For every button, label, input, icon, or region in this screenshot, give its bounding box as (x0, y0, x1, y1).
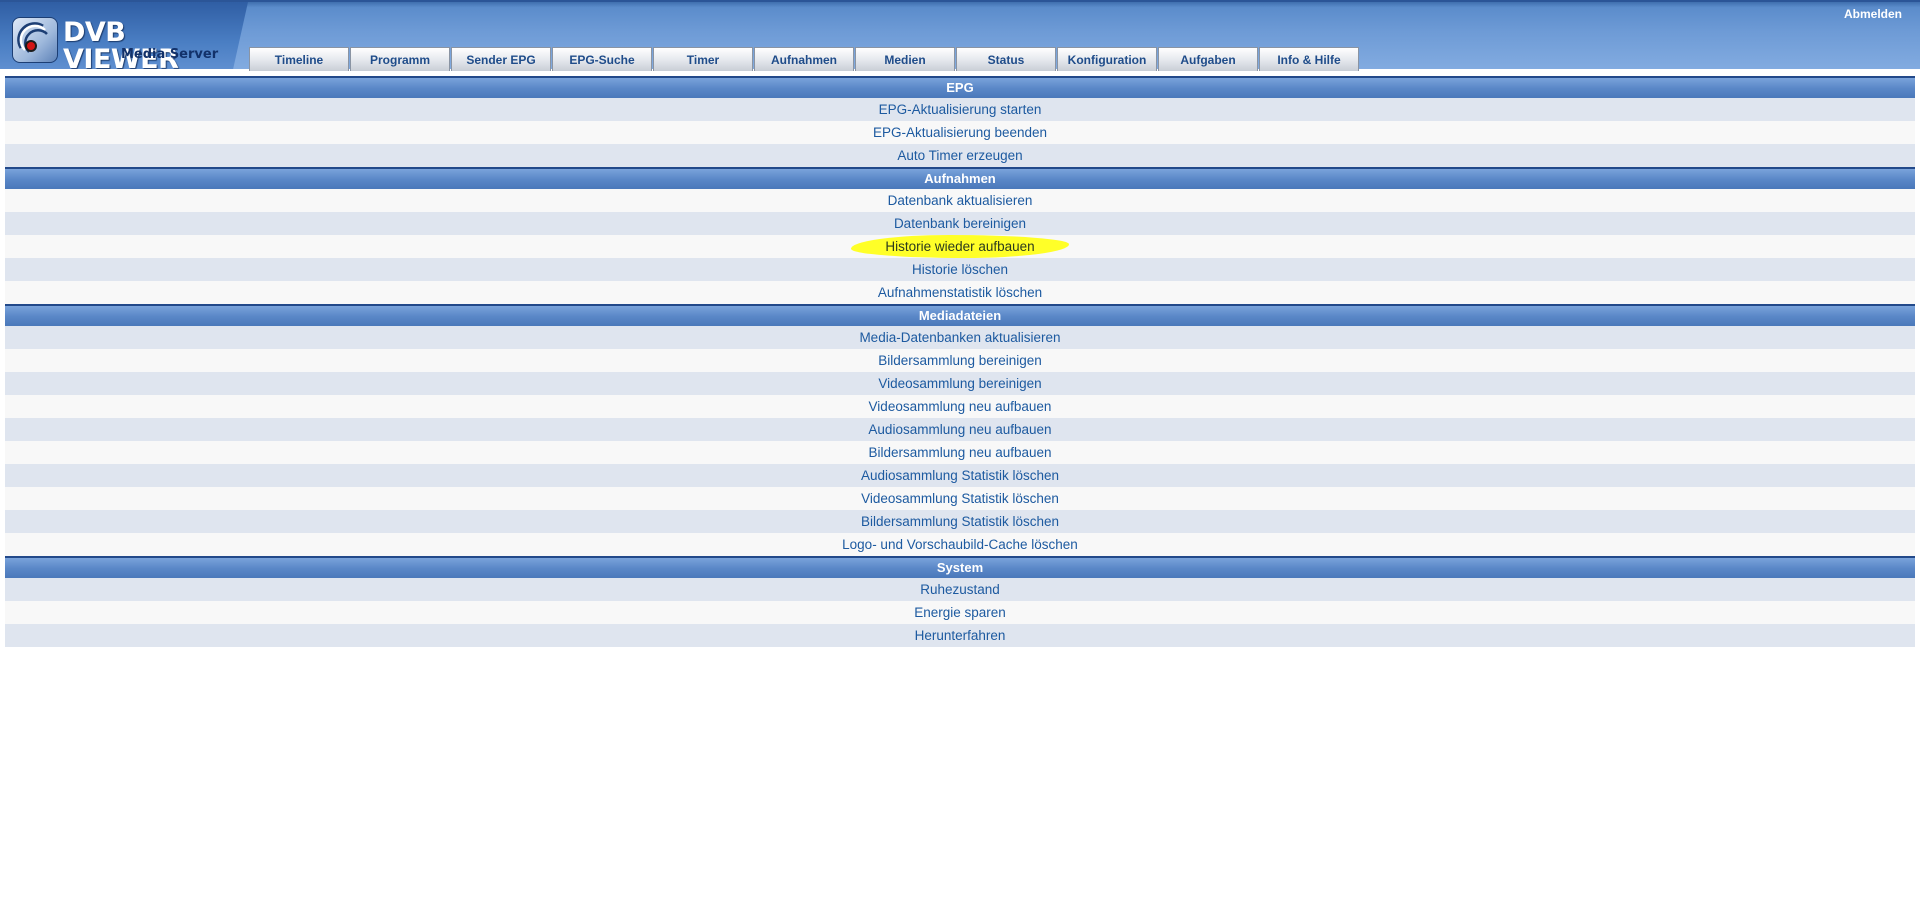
logo-title: DVB VIEWER (63, 17, 179, 75)
task-epg-update-stop[interactable]: EPG-Aktualisierung beenden (5, 121, 1915, 144)
tab-medien[interactable]: Medien (855, 47, 955, 71)
task-photo-rebuild[interactable]: Bildersammlung neu aufbauen (5, 441, 1915, 464)
tab-status[interactable]: Status (956, 47, 1056, 71)
task-history-rebuild-label: Historie wieder aufbauen (851, 235, 1069, 258)
main-nav-tabs: Timeline Programm Sender EPG EPG-Suche T… (249, 47, 1360, 71)
task-history-delete[interactable]: Historie löschen (5, 258, 1915, 281)
app-header: DVB VIEWER Media Server Abmelden Timelin… (0, 0, 1920, 71)
tab-epg-suche[interactable]: EPG-Suche (552, 47, 652, 71)
task-video-rebuild[interactable]: Videosammlung neu aufbauen (5, 395, 1915, 418)
task-video-cleanup[interactable]: Videosammlung bereinigen (5, 372, 1915, 395)
task-epg-update-start[interactable]: EPG-Aktualisierung starten (5, 98, 1915, 121)
task-hibernate[interactable]: Ruhezustand (5, 578, 1915, 601)
task-media-db-update[interactable]: Media-Datenbanken aktualisieren (5, 326, 1915, 349)
tab-timeline[interactable]: Timeline (249, 47, 349, 71)
task-history-rebuild[interactable]: Historie wieder aufbauen (5, 235, 1915, 258)
logo[interactable]: DVB VIEWER Media Server (0, 2, 248, 69)
tab-timer[interactable]: Timer (653, 47, 753, 71)
section-header-epg: EPG (5, 76, 1915, 98)
tab-konfiguration[interactable]: Konfiguration (1057, 47, 1157, 71)
tab-aufgaben[interactable]: Aufgaben (1158, 47, 1258, 71)
task-video-stats-delete[interactable]: Videosammlung Statistik löschen (5, 487, 1915, 510)
logout-link[interactable]: Abmelden (1844, 7, 1902, 21)
logo-subtitle: Media Server (121, 47, 219, 62)
task-audio-stats-delete[interactable]: Audiosammlung Statistik löschen (5, 464, 1915, 487)
tab-info-hilfe[interactable]: Info & Hilfe (1259, 47, 1359, 71)
task-db-cleanup[interactable]: Datenbank bereinigen (5, 212, 1915, 235)
task-shutdown[interactable]: Herunterfahren (5, 624, 1915, 647)
task-recording-stats-delete[interactable]: Aufnahmenstatistik löschen (5, 281, 1915, 304)
task-audio-rebuild[interactable]: Audiosammlung neu aufbauen (5, 418, 1915, 441)
task-photo-stats-delete[interactable]: Bildersammlung Statistik löschen (5, 510, 1915, 533)
tab-aufnahmen[interactable]: Aufnahmen (754, 47, 854, 71)
task-standby[interactable]: Energie sparen (5, 601, 1915, 624)
section-header-system: System (5, 556, 1915, 578)
dvbviewer-logo-icon (12, 17, 58, 63)
section-header-aufnahmen: Aufnahmen (5, 167, 1915, 189)
section-header-mediadateien: Mediadateien (5, 304, 1915, 326)
tab-sender-epg[interactable]: Sender EPG (451, 47, 551, 71)
task-auto-timer[interactable]: Auto Timer erzeugen (5, 144, 1915, 167)
tasks-table: EPG EPG-Aktualisierung starten EPG-Aktua… (5, 76, 1915, 647)
task-db-update[interactable]: Datenbank aktualisieren (5, 189, 1915, 212)
tab-programm[interactable]: Programm (350, 47, 450, 71)
task-logo-cache-delete[interactable]: Logo- und Vorschaubild-Cache löschen (5, 533, 1915, 556)
task-photo-cleanup[interactable]: Bildersammlung bereinigen (5, 349, 1915, 372)
